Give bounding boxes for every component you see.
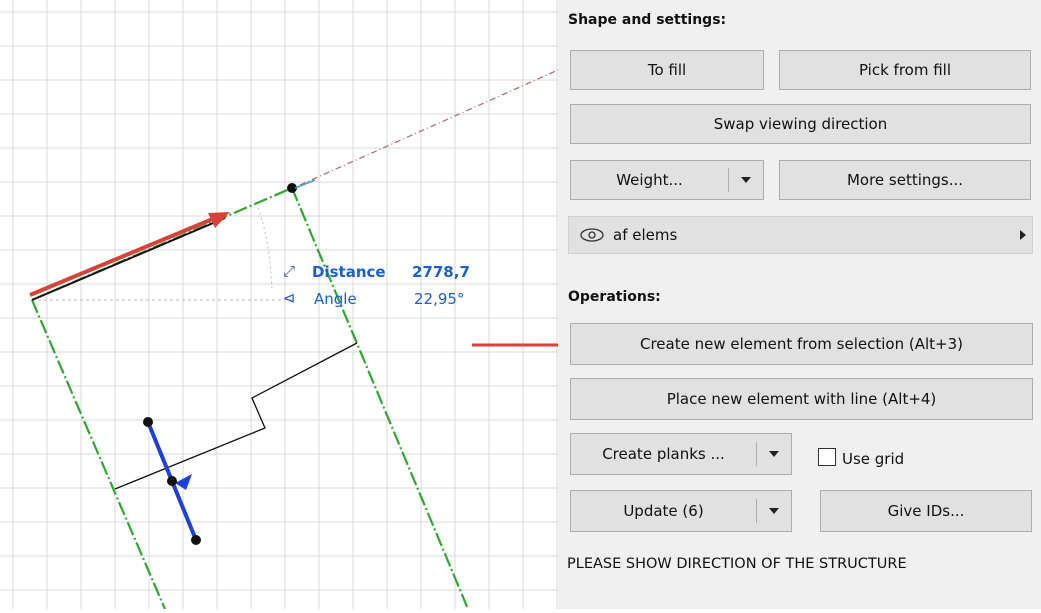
pick-from-fill-button[interactable]: Pick from fill <box>779 50 1031 90</box>
create-planks-split-button[interactable]: Create planks ... <box>570 433 792 475</box>
create-from-selection-button[interactable]: Create new element from selection (Alt+3… <box>570 323 1033 365</box>
red-arrow-icon <box>472 338 580 352</box>
section-line <box>114 342 358 490</box>
operations-header: Operations: <box>568 289 661 305</box>
use-grid-checkbox[interactable] <box>818 448 836 466</box>
element-outline <box>30 186 470 610</box>
angle-arc <box>257 207 273 291</box>
red-arrow-icon <box>29 212 230 297</box>
layer-name: af elems <box>613 226 678 244</box>
settings-panel: Shape and settings: To fill Pick from fi… <box>558 0 1041 609</box>
use-grid-label[interactable]: Use grid <box>842 450 904 468</box>
give-ids-button[interactable]: Give IDs... <box>820 490 1032 532</box>
angle-icon: ⊲ <box>282 289 296 307</box>
dropdown-arrow-icon[interactable] <box>757 508 791 514</box>
distance-label: Distance <box>312 263 386 281</box>
direction-marker[interactable] <box>143 417 201 545</box>
shape-settings-header: Shape and settings: <box>568 12 727 28</box>
weight-label[interactable]: Weight... <box>571 171 728 189</box>
reference-line <box>31 217 226 301</box>
distance-value: 2778,7 <box>412 263 470 281</box>
status-message: PLEASE SHOW DIRECTION OF THE STRUCTURE <box>567 556 907 572</box>
swap-viewing-direction-button[interactable]: Swap viewing direction <box>570 104 1031 144</box>
angle-label: Angle <box>314 290 357 308</box>
layer-selector[interactable]: af elems <box>568 216 1033 254</box>
cursor-tail <box>294 179 316 189</box>
update-split-button[interactable]: Update (6) <box>570 490 792 532</box>
more-settings-button[interactable]: More settings... <box>779 160 1031 200</box>
extension-line <box>299 69 559 186</box>
drawing-canvas[interactable]: ⤢ Distance 2778,7 ⊲ Angle 22,95° <box>0 0 580 610</box>
to-fill-button[interactable]: To fill <box>570 50 764 90</box>
distance-icon: ⤢ <box>282 262 295 280</box>
chevron-right-icon[interactable] <box>1020 230 1026 240</box>
eye-icon <box>580 228 604 242</box>
update-label[interactable]: Update (6) <box>571 502 756 520</box>
place-with-line-button[interactable]: Place new element with line (Alt+4) <box>570 378 1033 420</box>
angle-value: 22,95° <box>414 290 465 308</box>
create-planks-label[interactable]: Create planks ... <box>571 445 756 463</box>
dropdown-arrow-icon[interactable] <box>757 451 791 457</box>
dropdown-arrow-icon[interactable] <box>729 177 763 183</box>
weight-split-button[interactable]: Weight... <box>570 160 764 200</box>
